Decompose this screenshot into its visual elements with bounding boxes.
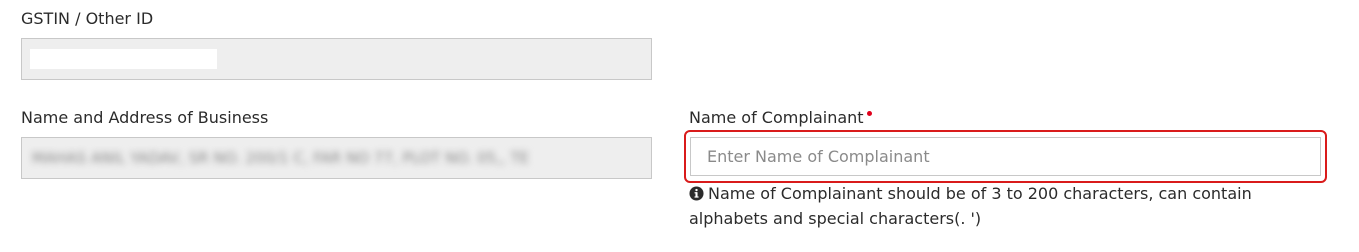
business-address-value: MAHAS ANIL YADAV, SR NO. 200/1 C, FAR NO…: [32, 149, 530, 167]
gstin-label: GSTIN / Other ID: [21, 9, 154, 28]
complainant-label: Name of Complainant: [689, 108, 872, 128]
required-marker: [866, 111, 872, 116]
business-label: Name and Address of Business: [21, 108, 269, 127]
business-address-field: MAHAS ANIL YADAV, SR NO. 200/1 C, FAR NO…: [21, 137, 652, 179]
complainant-name-input[interactable]: [690, 137, 1321, 176]
complainant-label-text: Name of Complainant: [689, 108, 864, 127]
complainant-hint: Name of Complainant should be of 3 to 20…: [689, 181, 1329, 231]
complainant-hint-text: Name of Complainant should be of 3 to 20…: [689, 184, 1252, 228]
complainant-field-focus-ring: [684, 130, 1327, 183]
gstin-field: [21, 38, 652, 80]
gstin-redacted-value: [30, 49, 217, 69]
info-circle-icon: [689, 186, 704, 201]
